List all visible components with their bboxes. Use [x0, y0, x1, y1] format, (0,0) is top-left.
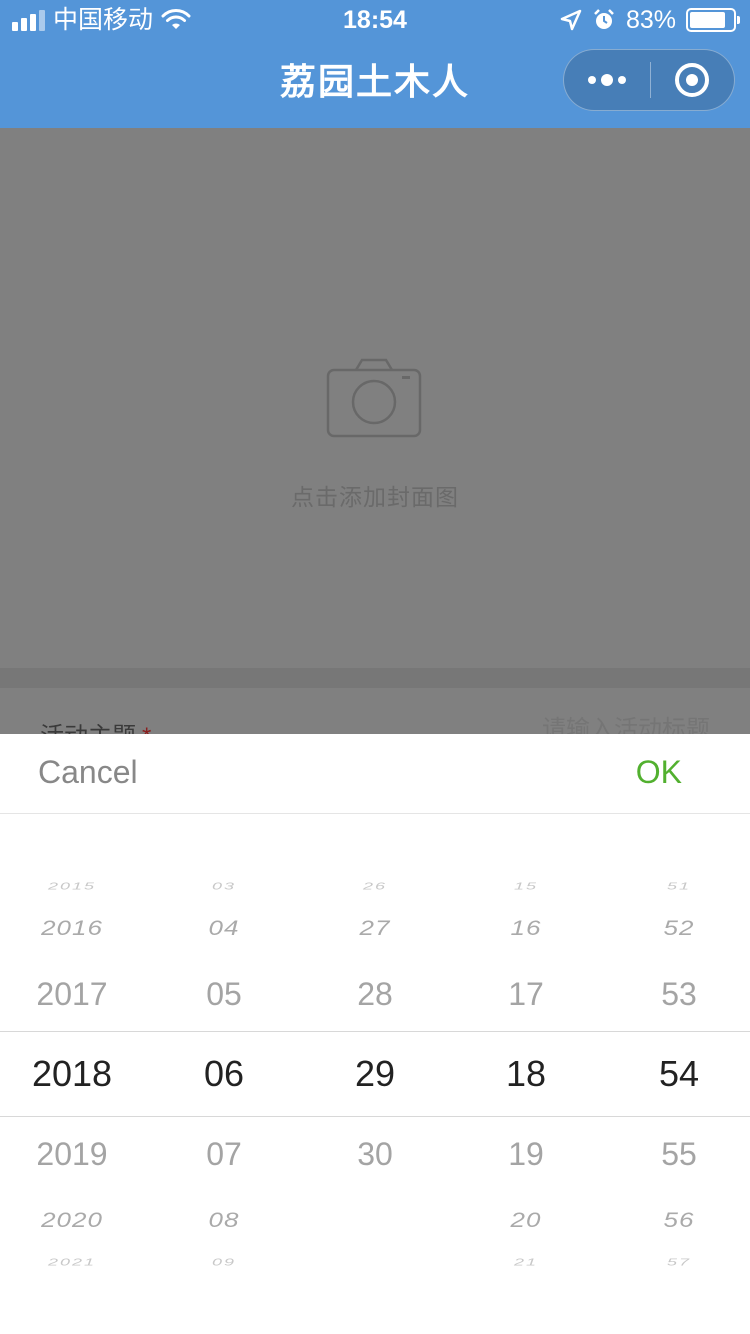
picker-option[interactable]: 27 — [300, 918, 450, 939]
picker-selected-year[interactable]: 2018 — [0, 1056, 147, 1092]
status-bar: 中国移动 18:54 83% — [0, 0, 750, 40]
picker-column-month[interactable]: 03 04 05 06 07 08 09 — [150, 814, 300, 1334]
cancel-button[interactable]: Cancel — [38, 754, 138, 791]
section-divider — [0, 668, 750, 688]
picker-option[interactable]: 28 — [300, 978, 450, 1010]
picker-option[interactable]: 2015 — [0, 881, 147, 891]
close-mini-program-button[interactable] — [651, 50, 735, 110]
add-cover-text: 点击添加封面图 — [291, 484, 459, 510]
more-dot-icon — [600, 74, 613, 86]
picker-option[interactable]: 07 — [149, 1138, 299, 1170]
picker-selected-day[interactable]: 29 — [300, 1056, 450, 1092]
more-dot-icon — [617, 76, 626, 84]
picker-option[interactable]: 08 — [149, 1210, 299, 1231]
picker-option[interactable]: 16 — [451, 918, 601, 939]
ok-button[interactable]: OK — [636, 754, 682, 791]
picker-option[interactable]: 09 — [149, 1257, 299, 1267]
picker-column-hour[interactable]: 15 16 17 18 19 20 21 — [450, 814, 600, 1334]
datetime-picker: Cancel OK 2015 2016 2017 2018 2019 2020 2021 03… — [0, 734, 750, 1334]
picker-column-year[interactable]: 2015 2016 2017 2018 2019 2020 2021 — [0, 814, 150, 1334]
picker-option[interactable]: 56 — [604, 1210, 750, 1231]
target-icon — [675, 63, 710, 97]
more-menu-button[interactable] — [564, 50, 650, 110]
navigation-bar: 荔园土木人 — [0, 40, 750, 128]
picker-option[interactable]: 2017 — [0, 978, 147, 1010]
picker-option[interactable]: 26 — [300, 881, 450, 891]
picker-option[interactable]: 30 — [300, 1138, 450, 1170]
picker-option[interactable]: 19 — [451, 1138, 601, 1170]
picker-wheels: 2015 2016 2017 2018 2019 2020 2021 03 04 05 06 07 08… — [0, 814, 750, 1334]
picker-option[interactable]: 2019 — [0, 1138, 147, 1170]
picker-option[interactable]: 52 — [604, 918, 750, 939]
picker-option[interactable]: 55 — [604, 1138, 750, 1170]
picker-option[interactable]: 03 — [149, 881, 299, 891]
picker-option[interactable]: 20 — [451, 1210, 601, 1231]
battery-percent: 83% — [625, 6, 676, 34]
picker-selected-minute[interactable]: 54 — [604, 1056, 750, 1092]
picker-column-minute[interactable]: 51 52 53 54 55 56 57 — [600, 814, 750, 1334]
picker-option[interactable]: 21 — [451, 1257, 601, 1267]
picker-selected-hour[interactable]: 18 — [451, 1056, 601, 1092]
picker-selected-month[interactable]: 06 — [149, 1056, 299, 1092]
picker-option[interactable]: 05 — [149, 978, 299, 1010]
picker-option[interactable]: 04 — [149, 918, 299, 939]
picker-option[interactable]: 57 — [604, 1257, 750, 1267]
location-arrow-icon — [560, 9, 582, 31]
picker-option[interactable]: 15 — [451, 881, 601, 891]
picker-option[interactable]: 53 — [604, 978, 750, 1010]
picker-header: Cancel OK — [0, 734, 750, 814]
picker-option[interactable]: 2016 — [0, 918, 147, 939]
status-right: 83% — [560, 6, 740, 34]
camera-icon — [326, 358, 422, 438]
picker-column-day[interactable]: 26 27 28 29 30 — [300, 814, 450, 1334]
alarm-icon — [594, 9, 614, 29]
picker-option[interactable]: 2021 — [0, 1257, 147, 1267]
picker-option[interactable]: 17 — [451, 978, 601, 1010]
battery-icon — [686, 8, 740, 32]
picker-option[interactable]: 2020 — [0, 1210, 147, 1231]
cover-upload-area[interactable]: 点击添加封面图 — [0, 128, 750, 668]
mini-program-capsule — [563, 49, 735, 111]
picker-option[interactable]: 51 — [604, 881, 750, 891]
more-dot-icon — [587, 76, 596, 84]
